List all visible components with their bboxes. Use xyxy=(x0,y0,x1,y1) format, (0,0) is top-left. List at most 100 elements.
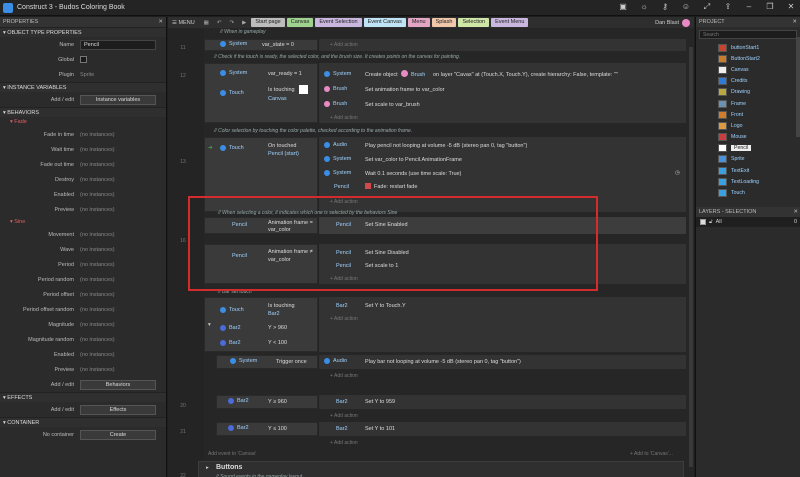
project-item[interactable]: Canvas xyxy=(696,64,800,75)
object-touch[interactable]: Touch xyxy=(220,145,244,151)
close-panel-icon[interactable]: ✕ xyxy=(158,19,163,25)
close-icon[interactable]: ✕ xyxy=(786,2,796,12)
behavior-property-row[interactable]: Destroy (no instances) xyxy=(0,172,166,187)
object-brush[interactable]: Brush xyxy=(324,86,347,92)
fade-behavior-title[interactable]: ▾ Fade xyxy=(0,117,166,127)
project-scrollbar[interactable] xyxy=(796,37,800,137)
section-effects[interactable]: ▾ EFFECTS xyxy=(0,392,166,402)
behavior-property-row[interactable]: Wave (no instances) xyxy=(0,242,166,257)
tab-menu[interactable]: Menu xyxy=(407,18,430,27)
object-touch[interactable]: Touch xyxy=(220,90,244,96)
add-action-link[interactable]: + Add action xyxy=(330,42,358,48)
save-icon[interactable]: ▣ xyxy=(618,2,628,12)
object-system[interactable]: System xyxy=(324,156,351,162)
section-instance-variables[interactable]: ▾ INSTANCE VARIABLES xyxy=(0,82,166,92)
tab-splash[interactable]: Splash xyxy=(431,18,457,27)
avatar[interactable] xyxy=(682,19,690,27)
project-item[interactable]: Mouse xyxy=(696,132,800,143)
play-icon[interactable]: ▶ xyxy=(239,20,249,26)
object-bar2[interactable]: Bar2 xyxy=(228,425,249,431)
project-item[interactable]: Credits xyxy=(696,76,800,87)
create-container-button[interactable]: Create xyxy=(80,429,156,440)
users-icon[interactable]: ☺ xyxy=(681,2,691,12)
undo-icon[interactable]: ↶ xyxy=(214,20,225,26)
project-item[interactable]: Logo xyxy=(696,120,800,131)
behavior-property-row[interactable]: Magnitude random (no instances) xyxy=(0,332,166,347)
object-system[interactable]: System xyxy=(220,41,247,47)
grid-icon[interactable]: ▦ xyxy=(201,20,212,26)
project-item[interactable]: TextExit xyxy=(696,165,800,176)
behavior-property-row[interactable]: Enabled (no instances) xyxy=(0,347,166,362)
behaviors-button[interactable]: Behaviors xyxy=(80,379,156,390)
section-object-type[interactable]: ▾ OBJECT TYPE PROPERTIES xyxy=(0,27,166,37)
object-bar2[interactable]: Bar2 xyxy=(228,398,249,404)
add-action-link[interactable]: + Add action xyxy=(330,316,358,322)
project-search-input[interactable]: Search xyxy=(699,30,797,39)
effects-button[interactable]: Effects xyxy=(80,404,156,415)
behavior-property-row[interactable]: Enabled (no instances) xyxy=(0,187,166,202)
behavior-property-row[interactable]: Period offset random (no instances) xyxy=(0,302,166,317)
object-touch[interactable]: Touch xyxy=(220,307,244,313)
add-action-link[interactable]: + Add action xyxy=(330,115,358,121)
project-item[interactable]: TextLoading xyxy=(696,176,800,187)
section-container[interactable]: ▾ CONTAINER xyxy=(0,417,166,427)
add-action-link[interactable]: + Add action xyxy=(330,373,358,379)
add-event-link[interactable]: Add event to 'Canvas' xyxy=(208,451,256,457)
project-item[interactable]: buttonStart1 xyxy=(696,42,800,53)
project-item[interactable]: Frame xyxy=(696,98,800,109)
project-item[interactable]: Pencil xyxy=(696,143,800,154)
main-menu-button[interactable]: ☰ MENU xyxy=(168,20,199,26)
behavior-property-row[interactable]: Magnitude (no instances) xyxy=(0,317,166,332)
behavior-property-row[interactable]: Fade out time (no instances) xyxy=(0,157,166,172)
project-item[interactable]: Sprite xyxy=(696,154,800,165)
scrollbar[interactable] xyxy=(689,47,693,467)
tab-canvas[interactable]: Canvas xyxy=(286,18,314,27)
object-audio[interactable]: Audio xyxy=(324,142,347,148)
behavior-property-row[interactable]: Movement (no instances) xyxy=(0,227,166,242)
expand-icon[interactable]: ⤢ xyxy=(702,2,712,12)
close-panel-icon[interactable]: ✕ xyxy=(793,209,798,215)
object-bar2[interactable]: Bar2 xyxy=(220,325,241,331)
behavior-property-row[interactable]: Preview (no instances) xyxy=(0,202,166,217)
global-checkbox[interactable] xyxy=(80,56,87,63)
behavior-property-row[interactable]: Period random (no instances) xyxy=(0,272,166,287)
restore-icon[interactable]: ❐ xyxy=(765,2,775,12)
object-system[interactable]: System xyxy=(324,71,351,77)
object-audio[interactable]: Audio xyxy=(324,358,347,364)
behavior-property-row[interactable]: Fade in time (no instances) xyxy=(0,127,166,142)
behavior-property-row[interactable]: Wait time (no instances) xyxy=(0,142,166,157)
add-action-link[interactable]: + Add action xyxy=(330,440,358,446)
object-system[interactable]: System xyxy=(324,170,351,176)
redo-icon[interactable]: ↷ xyxy=(226,20,237,26)
behavior-property-row[interactable]: Period offset (no instances) xyxy=(0,287,166,302)
close-panel-icon[interactable]: ✕ xyxy=(792,19,797,25)
minimize-icon[interactable]: – xyxy=(744,2,754,12)
object-bar2[interactable]: Bar2 xyxy=(220,340,241,346)
tab-event-selection[interactable]: Event Selection xyxy=(315,18,362,27)
key-icon[interactable]: ⚷ xyxy=(660,2,670,12)
object-brush[interactable]: Brush xyxy=(324,101,347,107)
layer-row[interactable]: 🔓︎ All 0 xyxy=(696,217,800,227)
object-system[interactable]: System xyxy=(220,70,247,76)
tab-selection[interactable]: Selection xyxy=(458,18,490,27)
object-system[interactable]: System xyxy=(230,358,257,364)
behavior-property-row[interactable]: Period (no instances) xyxy=(0,257,166,272)
instance-variables-button[interactable]: Instance variables xyxy=(80,94,156,105)
tab-event-canvas[interactable]: Event Canvas xyxy=(363,18,406,27)
lock-icon[interactable]: 🔓︎ xyxy=(709,219,713,226)
section-behaviors[interactable]: ▾ BEHAVIORS xyxy=(0,107,166,117)
add-to-link[interactable]: + Add to 'Canvas'... xyxy=(630,451,673,457)
project-item[interactable]: Drawing xyxy=(696,87,800,98)
sine-behavior-title[interactable]: ▾ Sine xyxy=(0,217,166,227)
share-icon[interactable]: ⇪ xyxy=(723,2,733,12)
tab-event-menu[interactable]: Event Menu xyxy=(491,18,529,27)
tab-start-page[interactable]: Start page xyxy=(251,18,285,27)
project-item[interactable]: Front xyxy=(696,109,800,120)
behavior-property-row[interactable]: Preview (no instances) xyxy=(0,362,166,377)
project-item[interactable]: ButtonStart2 xyxy=(696,53,800,64)
project-item[interactable]: Touch xyxy=(696,187,800,198)
add-action-link[interactable]: + Add action xyxy=(330,413,358,419)
checkbox-icon[interactable] xyxy=(700,219,706,225)
sun-icon[interactable]: ☼ xyxy=(639,2,649,12)
name-field[interactable]: Pencil xyxy=(80,39,156,50)
